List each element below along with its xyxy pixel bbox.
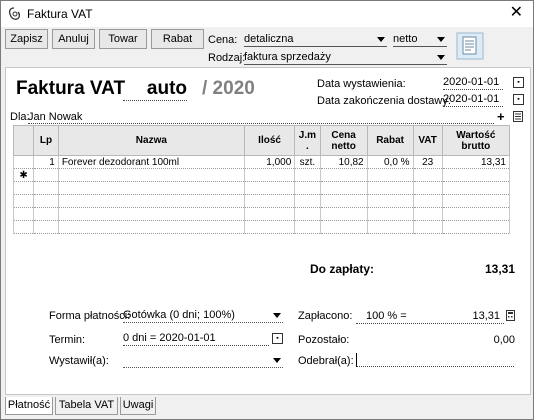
kind-label: Rodzaj:: [208, 52, 246, 64]
cell-unit[interactable]: szt.: [294, 155, 321, 169]
col-unit: J.m .: [294, 125, 321, 156]
doc-type-title: Faktura VAT: [16, 78, 126, 99]
remaining-value: 0,00: [493, 334, 515, 346]
calendar-icon[interactable]: ▪: [513, 94, 524, 105]
document-icon[interactable]: [455, 31, 485, 61]
calculator-icon[interactable]: [506, 310, 515, 321]
col-lp: Lp: [33, 125, 59, 156]
save-button[interactable]: Zapisz: [5, 29, 48, 49]
invoice-year: / 2020: [202, 78, 255, 99]
product-button[interactable]: Towar: [99, 29, 147, 49]
total-value: 13,31: [484, 262, 515, 276]
price-select[interactable]: detaliczna: [244, 32, 387, 47]
paid-underline: [356, 323, 504, 324]
tab-vat-table[interactable]: Tabela VAT: [55, 397, 118, 415]
row-marker: [12, 155, 35, 169]
net-gross-select[interactable]: netto: [393, 32, 447, 47]
issuer-select[interactable]: [123, 353, 283, 368]
invoice-number-field[interactable]: auto: [123, 78, 187, 101]
col-gross: Wartość brutto: [441, 125, 511, 156]
col-net-price: Cena netto: [319, 125, 368, 156]
col-marker: [12, 125, 35, 156]
payment-method-select[interactable]: Gotówka (0 dni; 100%): [123, 308, 283, 323]
delivery-date-label: Data zakończenia dostawy:: [317, 95, 451, 107]
list-icon[interactable]: [513, 111, 523, 122]
cell-lp: 1: [33, 155, 59, 169]
empty-row[interactable]: [12, 181, 511, 195]
payment-method-value: Gotówka (0 dni; 100%): [123, 309, 235, 321]
empty-row[interactable]: [12, 207, 511, 221]
items-table[interactable]: Lp Nazwa Ilość J.m . Cena netto Rabat VA…: [12, 125, 511, 234]
payment-method-label: Forma płatności:: [49, 310, 131, 322]
cell-qty[interactable]: 1,000: [243, 155, 296, 169]
col-vat: VAT: [412, 125, 443, 156]
net-gross-value: netto: [393, 33, 418, 45]
close-icon[interactable]: ✕: [510, 5, 523, 21]
table-row[interactable]: 1 Forever dezodorant 100ml 1,000 szt. 10…: [12, 155, 511, 169]
issuer-label: Wystawił(a):: [49, 355, 109, 367]
title-bar: Faktura VAT ✕: [1, 1, 533, 27]
issue-date-field[interactable]: 2020-01-01: [443, 76, 503, 90]
cell-discount[interactable]: 0,0 %: [366, 155, 414, 169]
app-doc-icon: [8, 7, 21, 20]
customer-label: Dla:: [10, 111, 30, 123]
col-name: Nazwa: [57, 125, 245, 156]
col-qty: Ilość: [243, 125, 296, 156]
price-label: Cena:: [208, 34, 238, 46]
receiver-label: Odebrał(a):: [298, 355, 354, 367]
dropdown-arrow-icon: [437, 37, 445, 42]
discount-button[interactable]: Rabat: [151, 29, 204, 49]
issue-date-label: Data wystawienia:: [317, 78, 406, 90]
dropdown-arrow-icon: [273, 313, 281, 318]
cell-name[interactable]: Forever dezodorant 100ml: [57, 155, 245, 169]
cancel-button[interactable]: Anuluj: [52, 29, 95, 49]
tab-payment[interactable]: Płatność: [5, 397, 53, 415]
paid-label: Zapłacono:: [298, 310, 353, 322]
dropdown-arrow-icon: [437, 55, 445, 60]
empty-row[interactable]: [12, 194, 511, 208]
kind-value: faktura sprzedaży: [244, 51, 331, 63]
faktura-window: Faktura VAT ✕ Zapisz Anuluj Towar Rabat …: [0, 0, 534, 420]
remaining-label: Pozostało:: [298, 334, 350, 346]
price-value: detaliczna: [244, 33, 294, 45]
new-row-marker: ✱: [12, 168, 35, 182]
dropdown-arrow-icon: [377, 37, 385, 42]
cell-vat[interactable]: 23: [412, 155, 443, 169]
tab-notes[interactable]: Uwagi: [120, 397, 156, 415]
term-field[interactable]: 0 dni = 2020-01-01: [123, 332, 269, 346]
paid-amount[interactable]: 13,31: [356, 310, 500, 322]
add-customer-icon[interactable]: +: [497, 109, 505, 124]
delivery-date-field[interactable]: 2020-01-01: [443, 93, 503, 107]
total-label: Do zapłaty:: [310, 262, 375, 276]
cell-net-price[interactable]: 10,82: [319, 155, 368, 169]
cell-gross: 13,31: [441, 155, 511, 169]
new-row[interactable]: ✱: [12, 168, 511, 182]
empty-row[interactable]: [12, 220, 511, 234]
calendar-icon[interactable]: ▪: [513, 77, 524, 88]
receiver-field[interactable]: [356, 353, 514, 367]
kind-select[interactable]: faktura sprzedaży: [244, 50, 447, 65]
window-title: Faktura VAT: [27, 7, 93, 21]
dropdown-arrow-icon: [273, 358, 281, 363]
col-discount: Rabat: [366, 125, 414, 156]
customer-field[interactable]: Jan Nowak: [28, 111, 494, 124]
calendar-icon[interactable]: ▪: [272, 333, 283, 344]
table-header-row: Lp Nazwa Ilość J.m . Cena netto Rabat VA…: [12, 125, 511, 156]
term-label: Termin:: [49, 334, 86, 346]
